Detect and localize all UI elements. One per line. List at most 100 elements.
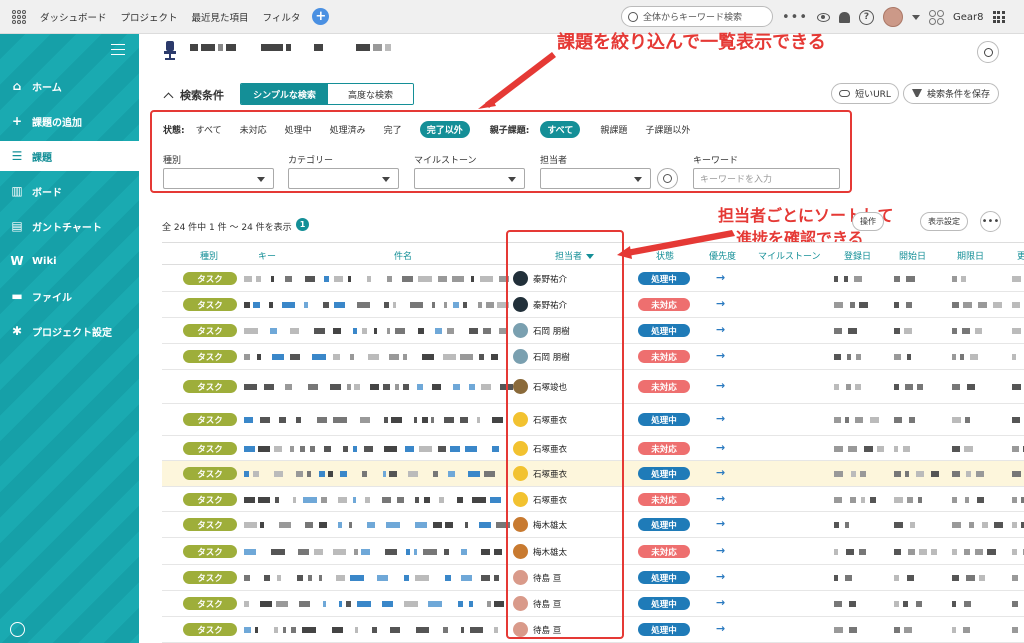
- sidebar-item-plus[interactable]: + 課題の追加: [0, 106, 139, 136]
- global-search-input[interactable]: 全体からキーワード検索: [621, 6, 773, 27]
- page-badge[interactable]: 1: [296, 218, 309, 231]
- nav-filter[interactable]: フィルタ: [263, 10, 301, 24]
- status-option[interactable]: すべて: [196, 123, 222, 136]
- more-icon[interactable]: •••: [782, 10, 808, 25]
- column-header[interactable]: 開始日: [899, 249, 926, 262]
- redacted-text: [253, 471, 259, 477]
- table-row[interactable]: タスク 石岡 朋樹 処理中 →: [162, 318, 1024, 344]
- top-bar: ダッシュボード プロジェクト 最近見た項目 フィルタ + 全体からキーワード検索…: [0, 0, 1024, 34]
- nav-dashboard[interactable]: ダッシュボード: [40, 10, 107, 24]
- column-header[interactable]: 種別: [200, 249, 218, 262]
- space-name[interactable]: Gear8: [953, 12, 984, 23]
- sidebar-item-gantt[interactable]: ▤ ガントチャート: [0, 211, 139, 241]
- bulk-operation-button[interactable]: 操作: [852, 212, 884, 231]
- redacted-text: [490, 497, 501, 503]
- redacted-text: [384, 417, 388, 423]
- assignee-avatar: [513, 596, 528, 611]
- table-row[interactable]: タスク 石岡 朋樹 未対応 →: [162, 344, 1024, 370]
- redacted-text: [279, 522, 291, 528]
- sidebar-item-gear[interactable]: ✱ プロジェクト設定: [0, 316, 139, 346]
- apps-grid-icon[interactable]: [992, 11, 1005, 23]
- assign-to-me-button[interactable]: [657, 168, 678, 189]
- sidebar-item-label: プロジェクト設定: [32, 327, 112, 339]
- watch-icon[interactable]: [817, 12, 831, 22]
- status-option[interactable]: 処理済み: [330, 123, 366, 136]
- column-header[interactable]: 期限日: [957, 249, 984, 262]
- table-row[interactable]: タスク 石塚亜衣 未対応 →: [162, 487, 1024, 512]
- status-option[interactable]: 完了: [384, 123, 402, 136]
- short-url-button[interactable]: 短いURL: [831, 83, 899, 104]
- parent-option[interactable]: 親課題: [600, 123, 627, 136]
- display-settings-button[interactable]: 表示設定: [920, 212, 968, 231]
- redacted-date: [965, 417, 970, 423]
- nav-project[interactable]: プロジェクト: [121, 10, 178, 24]
- redacted-text: [414, 549, 417, 555]
- column-header[interactable]: マイルストーン: [758, 249, 821, 262]
- assignee-name: 梅木雄太: [533, 521, 568, 531]
- save-conditions-button[interactable]: 検索条件を保存: [903, 83, 999, 104]
- parent-option[interactable]: 子課題以外: [645, 123, 690, 136]
- hamburger-icon[interactable]: [111, 44, 125, 55]
- bell-icon[interactable]: [839, 11, 851, 23]
- redacted-date: [834, 276, 838, 282]
- logo-icon[interactable]: [12, 9, 26, 24]
- column-header[interactable]: キー: [258, 249, 276, 262]
- redacted-text: [285, 276, 292, 282]
- table-row[interactable]: タスク 待島 亘 処理中 →: [162, 591, 1024, 617]
- redacted-text: [244, 446, 255, 452]
- status-option[interactable]: 処理中: [285, 123, 312, 136]
- sidebar-item-list[interactable]: ☰ 課題: [0, 141, 139, 171]
- table-row[interactable]: タスク 梅木雄太 処理中 →: [162, 512, 1024, 538]
- table-row[interactable]: タスク 梅木雄太 未対応 →: [162, 538, 1024, 565]
- tab-advanced-search[interactable]: 高度な検索: [328, 84, 413, 104]
- status-option[interactable]: 完了以外: [419, 121, 470, 138]
- sidebar-item-board[interactable]: ▥ ボード: [0, 176, 139, 206]
- column-header[interactable]: 担当者: [555, 249, 595, 262]
- table-row[interactable]: タスク 待島 亘 処理中 →: [162, 617, 1024, 643]
- redacted-text: [471, 276, 474, 282]
- redacted-date: [952, 302, 959, 308]
- help-icon[interactable]: ?: [859, 9, 875, 25]
- assignee-name: 石塚亜衣: [533, 496, 568, 506]
- assignee-avatar: [513, 271, 528, 286]
- column-header-label: マイルストーン: [758, 252, 821, 262]
- sidebar-item-wiki[interactable]: W Wiki: [0, 246, 139, 276]
- table-row[interactable]: タスク 石塚亜衣 処理中 →: [162, 404, 1024, 436]
- category-select[interactable]: [288, 168, 399, 189]
- user-avatar[interactable]: [883, 7, 904, 27]
- table-row[interactable]: タスク 石塚竣也 未対応 →: [162, 370, 1024, 404]
- redacted-date: [850, 302, 855, 308]
- column-header[interactable]: 優先度: [709, 249, 736, 262]
- redacted-text: [383, 384, 390, 390]
- table-row[interactable]: タスク 秦野祐介 未対応 →: [162, 292, 1024, 318]
- milestone-select[interactable]: [414, 168, 525, 189]
- type-select[interactable]: [163, 168, 274, 189]
- redacted-text: [374, 328, 377, 334]
- assignee-select[interactable]: [540, 168, 651, 189]
- chevron-down-icon[interactable]: [912, 14, 921, 20]
- redacted-date: [952, 276, 957, 282]
- add-button[interactable]: +: [312, 8, 330, 25]
- nav-recent[interactable]: 最近見た項目: [192, 10, 249, 24]
- keyword-input[interactable]: キーワードを入力: [693, 168, 840, 189]
- redacted-text: [384, 446, 397, 452]
- table-row[interactable]: タスク 待島 亘 処理中 →: [162, 565, 1024, 591]
- sidebar-item-home[interactable]: ⌂ ホーム: [0, 71, 139, 101]
- table-row[interactable]: タスク 石塚亜衣 未対応 →: [162, 436, 1024, 461]
- status-option[interactable]: 未対応: [240, 123, 267, 136]
- project-search-button[interactable]: [977, 41, 999, 63]
- column-header[interactable]: 状態: [656, 249, 674, 262]
- redacted-text: [384, 302, 389, 308]
- table-row[interactable]: タスク 石塚亜衣 処理中 →: [162, 461, 1024, 487]
- table-row[interactable]: タスク 秦野祐介 処理中 →: [162, 266, 1024, 292]
- parent-option[interactable]: すべて: [540, 121, 581, 138]
- conditions-toggle[interactable]: 検索条件: [163, 87, 224, 103]
- column-header[interactable]: 更: [1017, 249, 1024, 262]
- column-header[interactable]: 登録日: [844, 249, 871, 262]
- tab-simple-search[interactable]: シンプルな検索: [241, 84, 328, 104]
- column-header[interactable]: 件名: [394, 249, 412, 262]
- chat-icon[interactable]: [10, 622, 25, 637]
- sidebar-item-folder[interactable]: ▬ ファイル: [0, 281, 139, 311]
- redacted-date: [1012, 601, 1018, 607]
- more-options-button[interactable]: •••: [980, 211, 1001, 232]
